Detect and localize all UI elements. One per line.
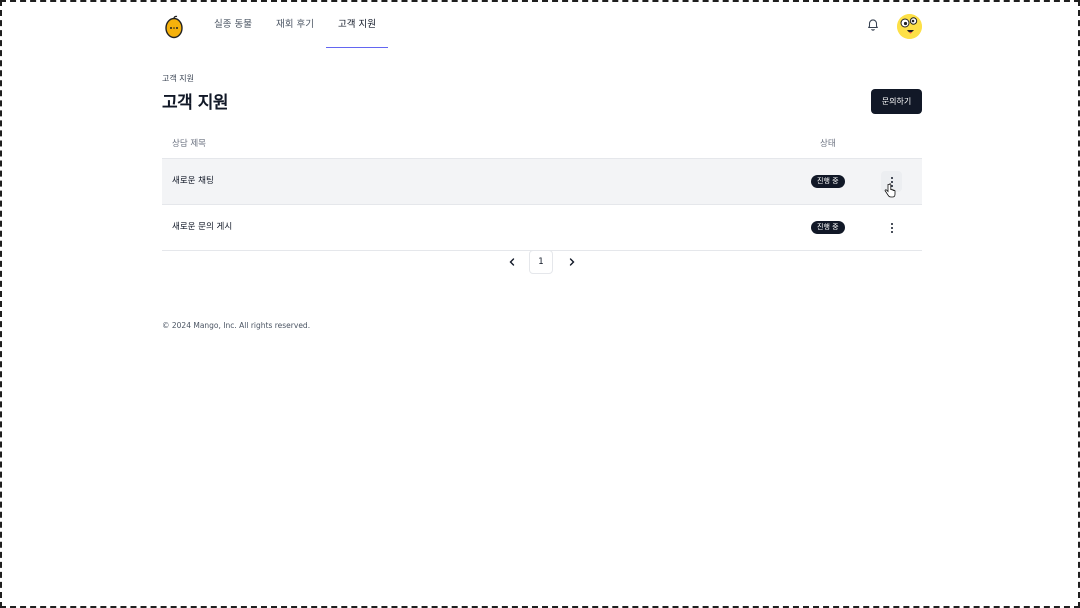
column-header-status: 상태 <box>820 139 836 149</box>
page-number-button[interactable]: 1 <box>529 250 553 274</box>
nav-missing-animals[interactable]: 실종 동물 <box>202 2 264 48</box>
top-header: 실종 동물 재회 후기 고객 지원 <box>162 2 922 48</box>
breadcrumb: 고객 지원 <box>162 74 194 83</box>
consultation-table: 상담 제목 상태 새로운 채팅 진행 중 새로운 문의 게시 진행 중 <box>162 130 922 251</box>
table-row[interactable]: 새로운 채팅 진행 중 <box>162 159 922 205</box>
pagination: 1 <box>502 250 582 274</box>
bell-icon[interactable] <box>866 17 880 31</box>
main-container: 실종 동물 재회 후기 고객 지원 고객 지원 고객 지원 문의하기 상담 제목… <box>162 2 922 330</box>
status-badge: 진행 중 <box>811 175 845 188</box>
page-title: 고객 지원 <box>162 93 228 113</box>
table-row[interactable]: 새로운 문의 게시 진행 중 <box>162 205 922 251</box>
chevron-left-icon[interactable] <box>500 250 524 274</box>
table-header: 상담 제목 상태 <box>162 130 922 159</box>
hand-cursor-icon <box>884 183 896 198</box>
avatar[interactable] <box>897 14 922 39</box>
nav-reunion-reviews[interactable]: 재회 후기 <box>264 2 326 48</box>
nav-customer-support[interactable]: 고객 지원 <box>325 2 388 48</box>
more-options-icon[interactable] <box>881 217 902 238</box>
app-window: 실종 동물 재회 후기 고객 지원 고객 지원 고객 지원 문의하기 상담 제목… <box>0 0 1080 608</box>
row-title: 새로운 채팅 <box>172 176 214 186</box>
row-title: 새로운 문의 게시 <box>172 222 233 232</box>
status-badge: 진행 중 <box>811 221 845 234</box>
footer-copyright: © 2024 Mango, Inc. All rights reserved. <box>162 321 311 330</box>
chevron-right-icon[interactable] <box>560 250 584 274</box>
column-header-title: 상담 제목 <box>172 139 206 149</box>
avatar-face-icon <box>897 14 922 39</box>
mango-logo-icon[interactable] <box>162 15 186 39</box>
main-nav: 실종 동물 재회 후기 고객 지원 <box>202 2 388 48</box>
inquiry-button[interactable]: 문의하기 <box>871 89 922 114</box>
